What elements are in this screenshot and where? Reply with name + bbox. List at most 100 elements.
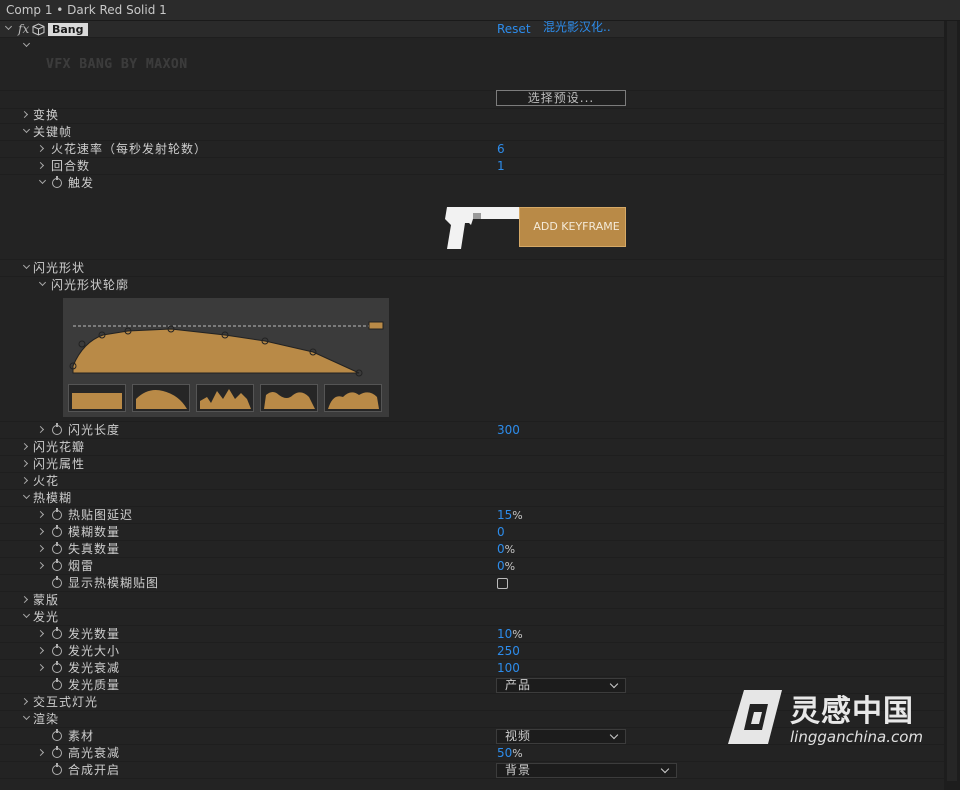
fx-icon[interactable]: fx — [18, 21, 29, 38]
param-value[interactable]: 50% — [497, 745, 523, 762]
param-value[interactable]: 0% — [497, 541, 515, 558]
stopwatch-icon[interactable] — [52, 525, 62, 537]
stopwatch-icon[interactable] — [52, 746, 62, 758]
param-glow-size[interactable]: 发光大小 250 — [0, 643, 944, 660]
shape-preset-bumps[interactable] — [324, 384, 382, 412]
group-mask[interactable]: 蒙版 — [0, 592, 944, 609]
chevron-down-icon[interactable] — [22, 125, 31, 134]
source-dropdown[interactable]: 视频 — [496, 729, 626, 744]
unit-label: % — [504, 543, 516, 556]
param-smoke[interactable]: 烟雷 0% — [0, 558, 944, 575]
param-value[interactable]: 15% — [497, 507, 523, 524]
param-spark-rate[interactable]: 火花速率（每秒发射轮数） 6 — [0, 141, 944, 158]
group-flash-props[interactable]: 闪光属性 — [0, 456, 944, 473]
param-label: 显示热模糊贴图 — [68, 576, 160, 590]
param-composite-on[interactable]: 合成开启 背景 — [0, 762, 944, 779]
stopwatch-icon[interactable] — [52, 559, 62, 571]
chevron-right-icon[interactable] — [20, 595, 29, 604]
stopwatch-icon[interactable] — [52, 508, 62, 520]
param-heat-delay[interactable]: 热贴图延迟 15% — [0, 507, 944, 524]
group-heat-blur[interactable]: 热模糊 — [0, 490, 944, 507]
scrollbar-thumb[interactable] — [947, 21, 957, 781]
reset-link[interactable]: Reset — [497, 21, 531, 38]
group-sparks[interactable]: 火花 — [0, 473, 944, 490]
credit-link[interactable]: 混光影汉化.. — [543, 19, 611, 36]
chevron-right-icon[interactable] — [36, 663, 45, 672]
stopwatch-icon[interactable] — [52, 542, 62, 554]
chevron-right-icon[interactable] — [20, 442, 29, 451]
param-show-heat-map[interactable]: 显示热模糊贴图 — [0, 575, 944, 592]
param-value[interactable]: 0% — [497, 558, 515, 575]
stopwatch-icon[interactable] — [52, 576, 62, 588]
max-handle[interactable] — [368, 321, 384, 330]
chevron-right-icon[interactable] — [36, 527, 45, 536]
chevron-down-icon[interactable] — [22, 610, 31, 619]
param-value[interactable]: 250 — [497, 643, 520, 660]
param-label: 合成开启 — [68, 763, 121, 777]
stopwatch-icon[interactable] — [52, 423, 62, 435]
glow-quality-dropdown[interactable]: 产品 — [496, 678, 626, 693]
shape-preset-wave[interactable] — [260, 384, 318, 412]
chevron-down-icon[interactable] — [38, 278, 47, 287]
chevron-down-icon[interactable] — [22, 491, 31, 500]
param-value[interactable]: 300 — [497, 422, 520, 439]
shape-preset-spiky[interactable] — [196, 384, 254, 412]
flash-profile-editor[interactable] — [63, 298, 389, 417]
watermark: 灵感中国 lingganchina.com — [724, 686, 938, 752]
unit-label: % — [504, 560, 516, 573]
group-glow[interactable]: 发光 — [0, 609, 944, 626]
group-keyframes[interactable]: 关键帧 — [0, 124, 944, 141]
show-heat-map-checkbox[interactable] — [497, 578, 508, 589]
param-rounds[interactable]: 回合数 1 — [0, 158, 944, 175]
param-glow-falloff[interactable]: 发光衰减 100 — [0, 660, 944, 677]
group-flash-petals[interactable]: 闪光花瓣 — [0, 439, 944, 456]
chevron-right-icon[interactable] — [36, 510, 45, 519]
chevron-right-icon[interactable] — [36, 646, 45, 655]
shape-preset-dome[interactable] — [132, 384, 190, 412]
chevron-right-icon[interactable] — [36, 425, 45, 434]
param-value[interactable]: 1 — [497, 158, 505, 175]
chevron-right-icon[interactable] — [36, 748, 45, 757]
param-value[interactable]: 6 — [497, 141, 505, 158]
chevron-right-icon[interactable] — [36, 629, 45, 638]
chevron-right-icon[interactable] — [20, 110, 29, 119]
chevron-down-icon[interactable] — [22, 712, 31, 721]
chevron-right-icon[interactable] — [20, 476, 29, 485]
param-glow-amount[interactable]: 发光数量 10% — [0, 626, 944, 643]
param-value[interactable]: 0 — [497, 524, 505, 541]
chevron-down-icon — [609, 679, 619, 689]
chevron-right-icon[interactable] — [20, 459, 29, 468]
effect-collapse-icon[interactable] — [4, 22, 13, 31]
chevron-down-icon[interactable] — [22, 261, 31, 270]
group-transform[interactable]: 变换 — [0, 107, 944, 124]
stopwatch-icon[interactable] — [52, 678, 62, 690]
stopwatch-icon[interactable] — [52, 729, 62, 741]
chevron-right-icon[interactable] — [36, 544, 45, 553]
param-value[interactable]: 100 — [497, 660, 520, 677]
param-label: 回合数 — [51, 159, 91, 173]
stopwatch-icon[interactable] — [52, 661, 62, 673]
param-value[interactable]: 10% — [497, 626, 523, 643]
logo-collapse-icon[interactable] — [22, 39, 31, 48]
chevron-right-icon[interactable] — [36, 144, 45, 153]
stopwatch-icon[interactable] — [52, 176, 62, 188]
chevron-down-icon[interactable] — [38, 176, 47, 185]
stopwatch-icon[interactable] — [52, 644, 62, 656]
param-distortion[interactable]: 失真数量 0% — [0, 541, 944, 558]
composite-on-dropdown[interactable]: 背景 — [496, 763, 677, 778]
add-keyframe-button[interactable]: ADD KEYFRAME — [519, 207, 626, 247]
param-flash-length[interactable]: 闪光长度 300 — [0, 422, 944, 439]
group-label: 发光 — [33, 610, 60, 624]
shape-preset-flat[interactable] — [68, 384, 126, 412]
stopwatch-icon[interactable] — [52, 627, 62, 639]
stopwatch-icon[interactable] — [52, 763, 62, 775]
chevron-right-icon[interactable] — [36, 561, 45, 570]
chevron-right-icon[interactable] — [20, 697, 29, 706]
group-flash-shape[interactable]: 闪光形状 — [0, 260, 944, 277]
vertical-scrollbar[interactable] — [944, 21, 960, 790]
select-preset-button[interactable]: 选择预设... — [496, 90, 626, 106]
effect-header[interactable]: fx Bang Reset 混光影汉化.. — [0, 19, 944, 38]
chevron-right-icon[interactable] — [36, 161, 45, 170]
effect-name[interactable]: Bang — [48, 23, 88, 36]
param-blur-amount[interactable]: 模糊数量 0 — [0, 524, 944, 541]
